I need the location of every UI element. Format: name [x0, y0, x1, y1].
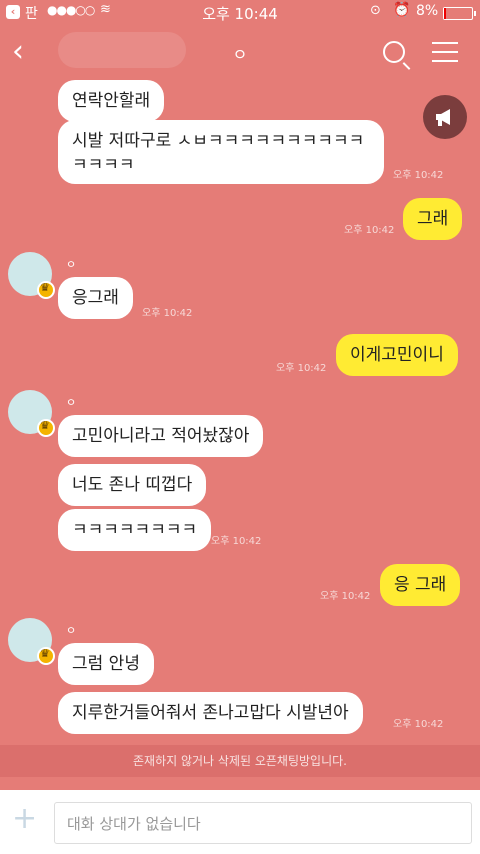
message-bubble: ㅋㅋㅋㅋㅋㅋㅋㅋ — [58, 509, 212, 551]
crown-icon — [37, 281, 55, 299]
message-time: 오후 10:42 — [320, 591, 371, 602]
message-time: 오후 10:42 — [142, 308, 193, 319]
message-bubble: 너도 존나 띠껍다 — [58, 464, 207, 506]
avatar[interactable] — [8, 618, 55, 665]
message-bubble: 고민아니라고 적어놨잖아 — [58, 415, 264, 457]
crown-icon — [37, 419, 55, 437]
message-bubble-mine: 응 그래 — [380, 564, 461, 606]
alarm-icon: ⏰ — [393, 2, 411, 18]
menu-icon[interactable] — [432, 42, 458, 69]
message-time: 오후 10:42 — [211, 536, 262, 547]
battery-percent: 8% — [416, 3, 439, 19]
crown-icon — [37, 647, 55, 665]
message-bubble: 연락안할래 — [58, 80, 165, 122]
message-line: 시발 저따구로 ㅅㅂㅋㅋㅋㅋㅋㅋㅋㅋㅋㅋ — [72, 131, 365, 151]
message-time: 오후 10:42 — [393, 170, 444, 181]
message-bubble: 그럼 안녕 — [58, 643, 154, 685]
message-bubble: 지루한거들어줘서 존나고맙다 시발년아 — [58, 692, 363, 734]
status-bar: ‹ 판 ●●●○○ ≋ 오후 10:44 ⊙ ⏰ 8% — [0, 0, 480, 26]
rotation-lock-icon: ⊙ — [370, 3, 381, 18]
avatar[interactable] — [8, 390, 55, 437]
message-bubble: 응그래 — [58, 277, 133, 319]
chat-title: ㅇ — [232, 45, 248, 64]
input-bar: + 대화 상대가 없습니다 — [0, 790, 480, 854]
message-time: 오후 10:42 — [276, 363, 327, 374]
megaphone-icon[interactable] — [423, 95, 467, 139]
chat-header: ‹ ㅇ — [0, 26, 480, 80]
sender-name: ㅇ — [66, 624, 77, 637]
message-time: 오후 10:42 — [344, 225, 395, 236]
message-bubble: 시발 저따구로 ㅅㅂㅋㅋㅋㅋㅋㅋㅋㅋㅋㅋ ㅋㅋㅋㅋ — [58, 120, 384, 184]
message-bubble-mine: 이게고민이니 — [336, 334, 458, 376]
system-notice: 존재하지 않거나 삭제된 오픈채팅방입니다. — [0, 745, 480, 777]
battery-icon — [443, 7, 476, 20]
search-icon[interactable] — [383, 41, 405, 63]
message-bubble-mine: 그래 — [403, 198, 463, 240]
sender-name: ㅇ — [66, 396, 77, 409]
message-time: 오후 10:42 — [393, 719, 444, 730]
avatar[interactable] — [8, 252, 55, 299]
message-input[interactable]: 대화 상대가 없습니다 — [54, 802, 472, 844]
sender-name: ㅇ — [66, 258, 77, 271]
message-line: ㅋㅋㅋㅋ — [72, 155, 135, 175]
plus-icon[interactable]: + — [12, 804, 37, 834]
